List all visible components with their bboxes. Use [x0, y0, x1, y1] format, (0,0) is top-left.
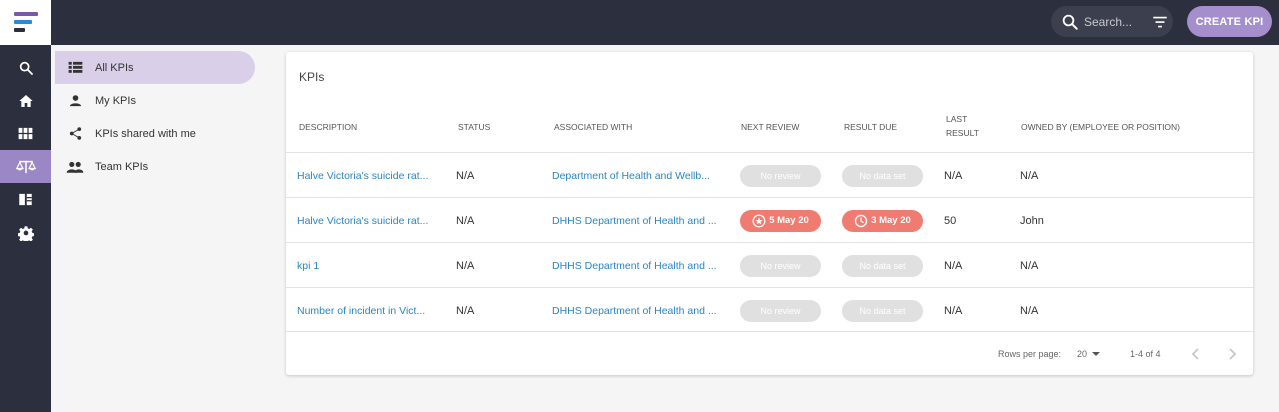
app-logo[interactable] — [0, 0, 51, 45]
nav-team-kpis[interactable]: Team KPIs — [55, 150, 255, 183]
prev-page-button[interactable] — [1190, 332, 1202, 376]
table-row[interactable]: kpi 1 N/A DHHS Department of Health and … — [286, 242, 1253, 287]
result-due-badge: 3 May 20 — [842, 209, 923, 232]
last-result-cell: N/A — [944, 304, 963, 317]
search-icon — [19, 61, 33, 75]
review-badge-icon — [752, 214, 766, 227]
last-result-cell: N/A — [944, 169, 963, 182]
next-review-badge: No review — [740, 164, 821, 187]
nav-my-kpis[interactable]: My KPIs — [55, 84, 255, 117]
icon-rail — [0, 45, 51, 412]
result-due-badge: No data set — [842, 254, 923, 277]
create-kpi-button[interactable]: CREATE KPI — [1187, 6, 1272, 37]
col-associated[interactable]: ASSOCIATED WITH — [554, 120, 632, 134]
table-row[interactable]: Halve Victoria's suicide rat... N/A Depa… — [286, 152, 1253, 197]
filter-icon[interactable] — [1151, 13, 1169, 31]
share-icon — [69, 127, 81, 140]
col-next-review[interactable]: NEXT REVIEW — [741, 120, 799, 134]
kpi-link[interactable]: Number of incident in Vict... — [297, 305, 437, 317]
nav-all-kpis[interactable]: All KPIs — [55, 51, 255, 84]
status-cell: N/A — [456, 304, 475, 317]
chevron-left-icon — [1191, 348, 1199, 360]
result-due-badge: No data set — [842, 164, 923, 187]
kpi-link[interactable]: Halve Victoria's suicide rat... — [297, 170, 437, 182]
rail-kpis[interactable] — [0, 150, 51, 183]
card-title: KPIs — [299, 70, 325, 84]
owner-cell: N/A — [1020, 304, 1039, 317]
table-row[interactable]: Halve Victoria's suicide rat... N/A DHHS… — [286, 197, 1253, 242]
top-bar: CREATE KPI — [0, 0, 1279, 45]
search-box[interactable] — [1051, 6, 1173, 37]
next-review-date: 5 May 20 — [769, 215, 809, 226]
page-range: 1-4 of 4 — [1130, 349, 1161, 359]
rail-settings[interactable] — [0, 216, 51, 249]
rows-per-page-select[interactable]: 20 — [1077, 332, 1101, 376]
pagination-bar: Rows per page: 20 1-4 of 4 — [286, 331, 1253, 375]
clock-icon — [854, 214, 868, 227]
col-result-due[interactable]: RESULT DUE — [844, 120, 897, 134]
rows-per-page-label: Rows per page: — [998, 349, 1062, 359]
grid-icon — [18, 127, 33, 140]
rail-search[interactable] — [0, 51, 51, 84]
associated-link[interactable]: DHHS Department of Health and ... — [552, 215, 720, 227]
search-icon — [1062, 14, 1078, 30]
gear-icon — [17, 225, 34, 241]
associated-link[interactable]: Department of Health and Wellb... — [552, 170, 720, 182]
nav-label: KPIs shared with me — [95, 127, 196, 140]
scales-icon — [15, 160, 36, 173]
group-icon — [66, 161, 84, 173]
col-last-result-line2: RESULT — [946, 128, 979, 138]
person-icon — [69, 95, 81, 107]
owner-cell: N/A — [1020, 259, 1039, 272]
status-cell: N/A — [456, 169, 475, 182]
next-review-badge: No review — [740, 254, 821, 277]
associated-link[interactable]: DHHS Department of Health and ... — [552, 260, 720, 272]
nav-shared-kpis[interactable]: KPIs shared with me — [55, 117, 255, 150]
result-due-badge: No data set — [842, 299, 923, 322]
kpi-nav: All KPIs My KPIs KPIs shared with me Tea… — [51, 45, 261, 412]
col-description[interactable]: DESCRIPTION — [299, 120, 357, 134]
list-icon — [68, 61, 82, 73]
rail-home[interactable] — [0, 84, 51, 117]
search-input[interactable] — [1084, 14, 1144, 29]
rows-per-page-value: 20 — [1077, 349, 1088, 359]
chevron-right-icon — [1229, 348, 1237, 360]
logo-icon — [13, 11, 38, 34]
last-result-cell: N/A — [944, 259, 963, 272]
status-cell: N/A — [456, 214, 475, 227]
kpi-link[interactable]: kpi 1 — [297, 260, 437, 272]
last-result-cell: 50 — [944, 214, 957, 227]
kpi-link[interactable]: Halve Victoria's suicide rat... — [297, 215, 437, 227]
associated-link[interactable]: DHHS Department of Health and ... — [552, 305, 720, 317]
rail-reports[interactable] — [0, 183, 51, 216]
dropdown-arrow-icon — [1092, 352, 1101, 356]
col-owned-by[interactable]: OWNED BY (EMPLOYEE OR POSITION) — [1021, 120, 1180, 134]
nav-label: Team KPIs — [95, 160, 149, 173]
col-last-result-line1: LAST — [946, 114, 968, 124]
rail-dashboard[interactable] — [0, 117, 51, 150]
result-due-date: 3 May 20 — [871, 215, 911, 226]
next-review-badge: 5 May 20 — [740, 209, 821, 232]
owner-cell: N/A — [1020, 169, 1039, 182]
report-icon — [19, 193, 32, 206]
kpi-table-card: KPIs DESCRIPTION STATUS ASSOCIATED WITH … — [286, 52, 1253, 375]
status-cell: N/A — [456, 259, 475, 272]
nav-label: My KPIs — [95, 94, 136, 107]
next-review-badge: No review — [740, 299, 821, 322]
col-status[interactable]: STATUS — [458, 120, 490, 134]
nav-label: All KPIs — [95, 61, 134, 74]
home-icon — [18, 94, 33, 107]
owner-cell: John — [1020, 214, 1044, 227]
col-last-result[interactable]: LAST RESULT — [946, 112, 979, 140]
table-row[interactable]: Number of incident in Vict... N/A DHHS D… — [286, 287, 1253, 332]
next-page-button[interactable] — [1226, 332, 1238, 376]
